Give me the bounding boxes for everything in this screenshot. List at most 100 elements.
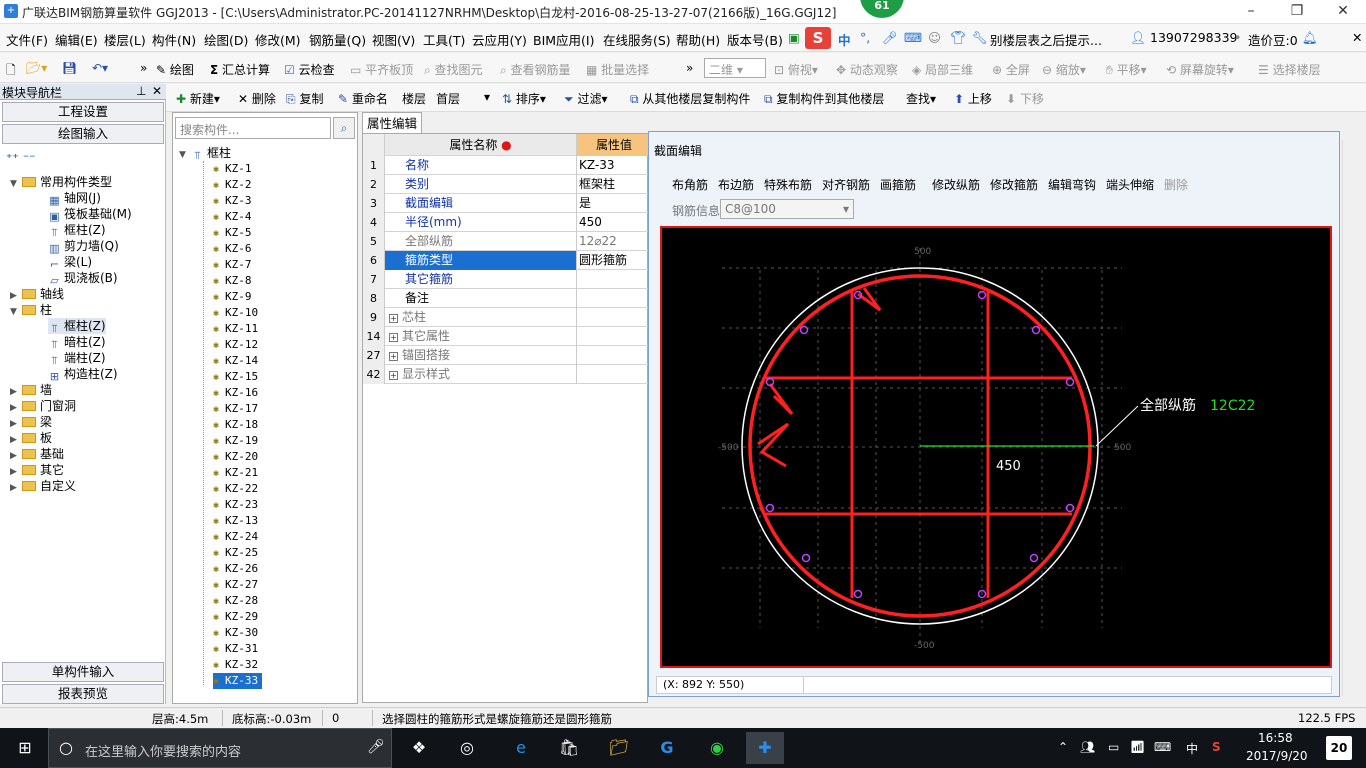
search-icon[interactable]: ⌕ (333, 117, 355, 139)
property-row[interactable]: 14 + 其它属性 (363, 327, 649, 346)
tree-column-end[interactable]: ⫪ 端柱(Z) (48, 350, 105, 367)
menu-view[interactable]: 视图(V) (372, 30, 415, 49)
microphone-icon[interactable]: 🎤︎ (882, 30, 898, 46)
store-icon[interactable]: 🛍︎ (556, 736, 582, 760)
component-item[interactable]: ✱ KZ-13 (213, 513, 258, 529)
zoom-button[interactable]: ⊖ 缩放▾ (1042, 61, 1086, 78)
rename-button[interactable]: ✎ 重命名 (338, 90, 388, 107)
tree-beam-group[interactable]: ▶ 梁 (10, 414, 52, 430)
menu-cloud[interactable]: 云应用(Y) (472, 30, 527, 49)
copy-to-floor-button[interactable]: ⧉ 复制构件到其他楼层 (764, 90, 884, 107)
copy-button[interactable]: ⎘ 复制 (286, 90, 323, 107)
menu-online[interactable]: 在线服务(S) (603, 30, 671, 49)
property-value[interactable] (577, 289, 649, 308)
taskbar-search[interactable]: ○ 在这里输入你要搜索的内容 🎤︎ (48, 728, 392, 768)
windows-start-icon[interactable]: ⊞ (12, 736, 38, 760)
component-item[interactable]: ✱ KZ-18 (213, 417, 258, 433)
tree-custom[interactable]: ▶ 自定义 (10, 478, 76, 494)
move-down-button[interactable]: ⬇ 下移 (1006, 90, 1044, 107)
menu-help[interactable]: 帮助(H) (676, 30, 720, 49)
move-up-button[interactable]: ⬆ 上移 (954, 90, 992, 107)
component-item[interactable]: ✱ KZ-3 (213, 193, 252, 209)
clock-time[interactable]: 16:58 (1258, 731, 1293, 745)
tree-wall[interactable]: ▶ 墙 (10, 382, 52, 398)
component-item[interactable]: ✱ KZ-11 (213, 321, 258, 337)
component-item[interactable]: ✱ KZ-14 (213, 353, 258, 369)
pan-button[interactable]: ✋︎ 平移▾ (1106, 61, 1147, 78)
tool-draw-stirrup[interactable]: 画箍筋 (880, 176, 916, 193)
user-icon[interactable]: ☺ (928, 30, 941, 45)
tool-align-rebar[interactable]: 对齐钢筋 (822, 176, 870, 193)
close-button[interactable]: ✕ (1320, 0, 1366, 24)
property-value[interactable]: KZ-33 (577, 156, 649, 175)
tree-column[interactable]: ▼ 柱 (10, 302, 52, 318)
menu-floor[interactable]: 楼层(L) (104, 30, 146, 49)
view-rebar-button[interactable]: ⌕ 查看钢筋量 (500, 61, 571, 78)
menu-draw[interactable]: 绘图(D) (204, 30, 248, 49)
tray-people-icon[interactable]: 👥︎ (1080, 740, 1095, 754)
menu-edit[interactable]: 编辑(E) (55, 30, 98, 49)
dialog-scrollbar[interactable] (1342, 140, 1356, 696)
tree-frame-column[interactable]: ⫪ 框柱(Z) (48, 222, 105, 239)
dynamic-view-button[interactable]: ✥ 动态观察 (836, 61, 898, 78)
clock-date[interactable]: 2017/9/20 (1246, 749, 1308, 763)
app-spiral-icon[interactable]: ◎ (454, 736, 480, 760)
component-item[interactable]: ✱ KZ-5 (213, 225, 252, 241)
doc-icon[interactable]: ▣ (788, 30, 800, 45)
tray-ime[interactable]: 中 (1186, 740, 1198, 757)
tool-edge-rebar[interactable]: 布边筋 (718, 176, 754, 193)
component-item[interactable]: ✱ KZ-9 (213, 289, 252, 305)
view-mode-select[interactable]: 二维 ▾ (704, 58, 766, 78)
tree-raft[interactable]: ▣ 筏板基础(M) (48, 206, 131, 223)
property-row[interactable]: 7 其它箍筋 (363, 270, 649, 289)
tree-door-window[interactable]: ▶ 门窗洞 (10, 398, 76, 414)
menu-version[interactable]: 版本号(B) (727, 30, 783, 49)
save-icon[interactable]: 💾︎ (62, 61, 77, 75)
drawing-input-button[interactable]: 绘图输入 (2, 124, 164, 144)
component-item[interactable]: ✱ KZ-6 (213, 241, 252, 257)
component-item[interactable]: ✱ KZ-26 (213, 561, 258, 577)
pin-icon[interactable]: ⊥ (136, 84, 146, 98)
property-value[interactable] (577, 365, 649, 384)
tree-column-frame[interactable]: ⫪ 框柱(Z) (48, 318, 106, 335)
component-item[interactable]: ✱ KZ-25 (213, 545, 258, 561)
component-item[interactable]: ✱ KZ-30 (213, 625, 258, 641)
component-item[interactable]: ✱ KZ-22 (213, 481, 258, 497)
component-item[interactable]: ✱ KZ-15 (213, 369, 258, 385)
phone-number[interactable]: 13907298339 (1150, 30, 1237, 45)
tree-slab[interactable]: ▱ 现浇板(B) (48, 270, 117, 287)
component-item[interactable]: ✱ KZ-28 (213, 593, 258, 609)
tray-sogou-icon[interactable]: S (1212, 740, 1221, 754)
ime-chinese[interactable]: 中 (838, 30, 851, 49)
expand-plus-icon[interactable]: + (389, 352, 398, 361)
bell-icon[interactable]: 🔔︎ (1302, 30, 1318, 46)
component-item[interactable]: ✱ KZ-8 (213, 273, 252, 289)
new-component-button[interactable]: ✚ 新建▾ (176, 90, 220, 107)
overflow-icon-2[interactable]: » (686, 61, 693, 75)
top-view-button[interactable]: ⊡ 俯视▾ (774, 61, 818, 78)
property-row[interactable]: 27 + 锚固搭接 (363, 346, 649, 365)
wrench-icon[interactable]: 🔧︎ (972, 30, 988, 46)
property-row[interactable]: 3 截面编辑 是 (363, 194, 649, 213)
property-row[interactable]: 1 名称 KZ-33 (363, 156, 649, 175)
component-item[interactable]: ✱ KZ-23 (213, 497, 258, 513)
property-row[interactable]: 9 + 芯柱 (363, 308, 649, 327)
property-value[interactable] (577, 308, 649, 327)
property-edit-tab[interactable]: 属性编辑 (362, 112, 422, 134)
component-root[interactable]: ▼ ⫪ 框柱 (179, 145, 231, 162)
menu-rebar-qty[interactable]: 钢筋量(Q) (309, 30, 366, 49)
single-input-button[interactable]: 单构件输入 (2, 662, 164, 682)
property-row[interactable]: 5 全部纵筋 12⌀22 (363, 232, 649, 251)
component-item[interactable]: ✱ KZ-27 (213, 577, 258, 593)
component-item[interactable]: ✱ KZ-12 (213, 337, 258, 353)
menu-file[interactable]: 文件(F) (6, 30, 48, 49)
section-drawing[interactable]: 450 全部纵筋 12C22 500 500 -500 -500 (662, 228, 1330, 666)
tree-slab-group[interactable]: ▶ 板 (10, 430, 52, 446)
inner-stirrups[interactable] (766, 292, 1072, 598)
fullscreen-button[interactable]: ⊕ 全屏 (992, 61, 1030, 78)
section-canvas[interactable]: 450 全部纵筋 12C22 500 500 -500 -500 (660, 226, 1332, 668)
local-3d-button[interactable]: ◈ 局部三维 (912, 61, 973, 78)
floor-select[interactable]: 首层 ▾ (432, 88, 494, 108)
tree-shear-wall[interactable]: ▥ 剪力墙(Q) (48, 238, 119, 255)
flat-top-button[interactable]: ▭ 平齐板顶 (350, 61, 413, 78)
